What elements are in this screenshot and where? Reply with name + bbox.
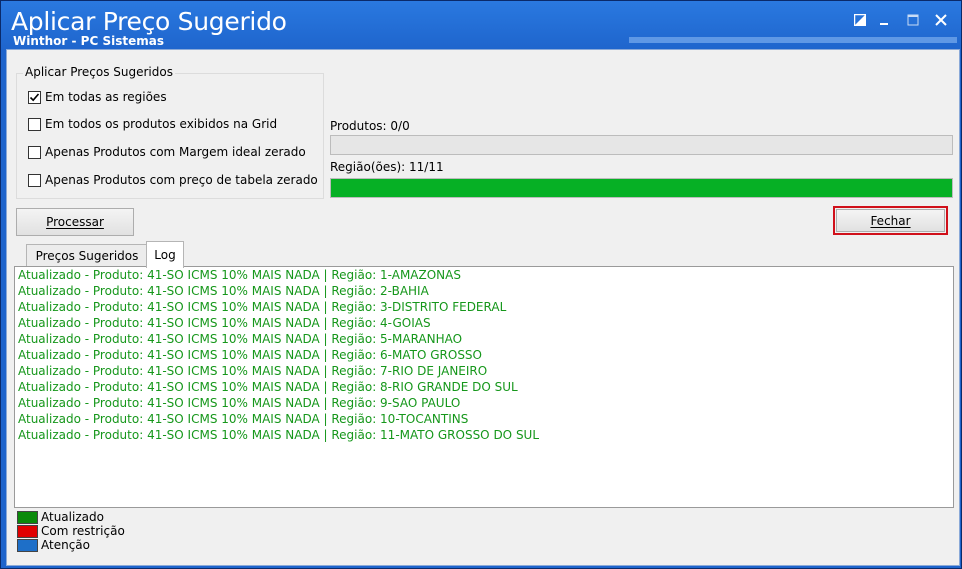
legend-swatch-atualizado <box>17 510 38 524</box>
log-entry: Atualizado - Produto: 41-SO ICMS 10% MAI… <box>18 316 431 330</box>
option-all-regions[interactable]: Em todas as regiões <box>28 90 167 104</box>
app-window: Aplicar Preço Sugerido Winthor - PC Sist… <box>0 0 962 569</box>
checkbox-all-regions[interactable] <box>28 90 41 104</box>
legend-swatch-com-restricao <box>17 524 38 538</box>
option-all-regions-label: Em todas as regiões <box>45 90 167 104</box>
window-subtitle: Winthor - PC Sistemas <box>13 34 164 48</box>
log-entry: Atualizado - Produto: 41-SO ICMS 10% MAI… <box>18 300 507 314</box>
checkmark-icon <box>29 92 40 101</box>
close-icon[interactable] <box>932 11 950 29</box>
log-entry: Atualizado - Produto: 41-SO ICMS 10% MAI… <box>18 268 461 282</box>
legend-label-atualizado: Atualizado <box>41 510 104 524</box>
fechar-button[interactable]: Fechar <box>836 209 945 232</box>
products-progress-label: Produtos: 0/0 <box>330 119 410 133</box>
tab-strip: Preços Sugeridos Log <box>14 241 314 268</box>
options-group: Aplicar Preços Sugeridos Em todas as reg… <box>16 65 324 199</box>
legend: Atualizado Com restrição Atenção <box>17 510 125 552</box>
log-entry: Atualizado - Produto: 41-SO ICMS 10% MAI… <box>18 412 469 426</box>
option-all-grid-products[interactable]: Em todos os produtos exibidos na Grid <box>28 117 277 131</box>
checkbox-zero-table-price[interactable] <box>28 173 41 187</box>
log-entry: Atualizado - Produto: 41-SO ICMS 10% MAI… <box>18 364 488 378</box>
dialog-body: Aplicar Preços Sugeridos Em todas as reg… <box>6 49 960 566</box>
option-all-grid-products-label: Em todos os produtos exibidos na Grid <box>45 117 278 131</box>
option-zero-table-price-label: Apenas Produtos com preço de tabela zera… <box>45 173 318 187</box>
log-entry: Atualizado - Produto: 41-SO ICMS 10% MAI… <box>18 380 518 394</box>
log-entry: Atualizado - Produto: 41-SO ICMS 10% MAI… <box>18 348 482 362</box>
window-title: Aplicar Preço Sugerido <box>11 7 287 36</box>
tab-precos-sugeridos[interactable]: Preços Sugeridos <box>26 244 148 267</box>
checkbox-all-grid-products[interactable] <box>28 117 41 131</box>
legend-item-atencao: Atenção <box>17 538 125 552</box>
restore-icon[interactable] <box>851 11 869 29</box>
title-bar[interactable]: Aplicar Preço Sugerido Winthor - PC Sist… <box>1 1 961 51</box>
log-entry: Atualizado - Produto: 41-SO ICMS 10% MAI… <box>18 396 461 410</box>
options-group-title: Aplicar Preços Sugeridos <box>23 65 175 79</box>
legend-label-com-restricao: Com restrição <box>41 524 125 538</box>
legend-label-atencao: Atenção <box>41 538 90 552</box>
log-entry: Atualizado - Produto: 41-SO ICMS 10% MAI… <box>18 332 463 346</box>
processar-button[interactable]: Processar <box>16 208 134 236</box>
products-progress-bar <box>330 135 953 155</box>
title-bar-accent <box>629 37 957 43</box>
log-entry: Atualizado - Produto: 41-SO ICMS 10% MAI… <box>18 428 540 442</box>
legend-item-atualizado: Atualizado <box>17 510 125 524</box>
log-entry: Atualizado - Produto: 41-SO ICMS 10% MAI… <box>18 284 429 298</box>
regions-progress-bar <box>330 178 953 198</box>
regions-progress-label: Região(ões): 11/11 <box>330 160 444 174</box>
option-zero-ideal-margin-label: Apenas Produtos com Margem ideal zerado <box>45 145 306 159</box>
option-zero-ideal-margin[interactable]: Apenas Produtos com Margem ideal zerado <box>28 145 306 159</box>
legend-item-com-restricao: Com restrição <box>17 524 125 538</box>
log-list[interactable]: Atualizado - Produto: 41-SO ICMS 10% MAI… <box>14 266 954 508</box>
legend-swatch-atencao <box>17 538 38 552</box>
minimize-icon[interactable] <box>875 11 893 29</box>
tab-log[interactable]: Log <box>146 241 184 268</box>
checkbox-zero-ideal-margin[interactable] <box>28 145 41 159</box>
regions-progress-fill <box>331 179 952 197</box>
option-zero-table-price[interactable]: Apenas Produtos com preço de tabela zera… <box>28 173 318 187</box>
maximize-icon[interactable] <box>904 11 922 29</box>
